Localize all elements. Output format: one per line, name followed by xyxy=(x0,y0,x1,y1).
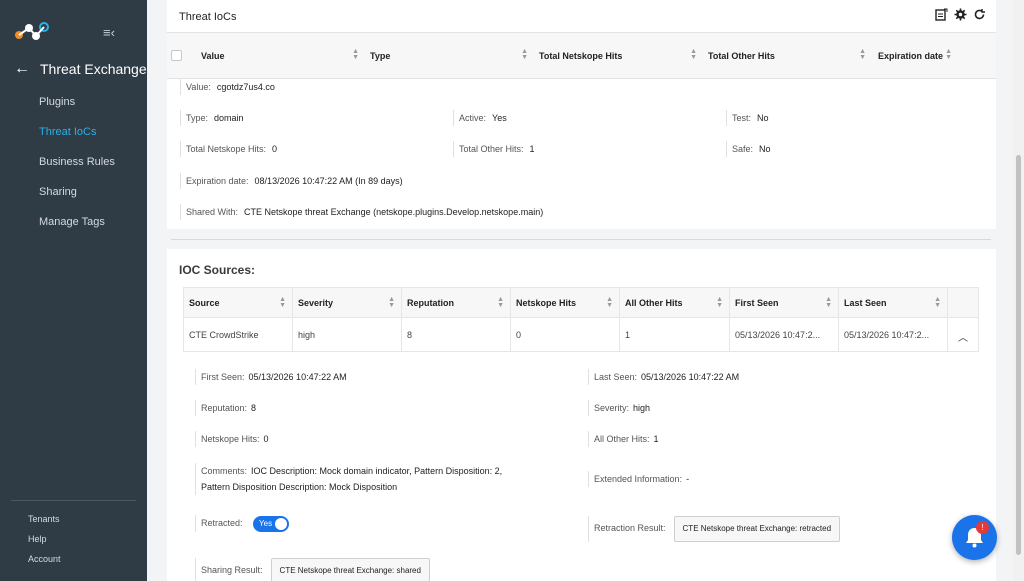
sidebar-divider xyxy=(11,500,136,501)
cell-reputation: 8 xyxy=(402,318,511,351)
scroll-thumb[interactable] xyxy=(1016,155,1021,555)
footer-item-help[interactable]: Help xyxy=(28,534,61,554)
table-row[interactable]: CTE CrowdStrike high 8 0 1 05/13/2026 10… xyxy=(183,318,979,352)
settings-gear-icon[interactable] xyxy=(954,8,967,21)
page-title: Threat IoCs xyxy=(179,11,237,23)
ioc-netskope-hits: Total Netskope Hits: 0 xyxy=(180,141,277,157)
column-header-expiration[interactable]: Expiration date ▲ ▼ xyxy=(878,33,958,79)
column-header-netskope-hits[interactable]: Netskope Hits ▲ ▼ xyxy=(511,288,620,317)
detail-reputation: Reputation: 8 xyxy=(195,400,256,416)
cell-last-seen: 05/13/2026 10:47:2... xyxy=(839,318,948,351)
panel-header: Threat IoCs xyxy=(167,0,996,33)
sort-icon[interactable]: ▲ ▼ xyxy=(690,48,697,61)
detail-netskope-hits: Netskope Hits: 0 xyxy=(195,431,269,447)
column-header-source[interactable]: Source ▲ ▼ xyxy=(184,288,293,317)
column-header-last-seen[interactable]: Last Seen ▲ ▼ xyxy=(839,288,948,317)
sort-icon[interactable]: ▲ ▼ xyxy=(825,296,832,309)
retracted-toggle[interactable]: Yes xyxy=(253,515,290,532)
sidebar-item-threat-iocs[interactable]: Threat IoCs xyxy=(39,126,115,156)
column-header-type[interactable]: Type ▲ ▼ xyxy=(370,33,534,79)
ioc-test: Test: No xyxy=(726,110,769,126)
notifications-button[interactable] xyxy=(952,515,997,560)
ioc-active: Active: Yes xyxy=(453,110,507,126)
sort-icon[interactable]: ▲ ▼ xyxy=(388,296,395,309)
sidebar-nav: Plugins Threat IoCs Business Rules Shari… xyxy=(39,96,115,246)
ioc-sources-panel: IOC Sources: Source ▲ ▼ Severity ▲ ▼ Reputat… xyxy=(167,249,996,581)
sidebar-item-sharing[interactable]: Sharing xyxy=(39,186,115,216)
section-title: Threat Exchange xyxy=(40,61,147,77)
detail-retraction-result: Retraction Result: CTE Netskope threat Ex… xyxy=(588,516,841,542)
column-header-first-seen[interactable]: First Seen ▲ ▼ xyxy=(730,288,839,317)
source-detail: First Seen: 05/13/2026 10:47:22 AM Last S… xyxy=(195,360,970,581)
sort-icon[interactable]: ▲ ▼ xyxy=(934,296,941,309)
sidebar-item-manage-tags[interactable]: Manage Tags xyxy=(39,216,115,246)
sidebar-item-business-rules[interactable]: Business Rules xyxy=(39,156,115,186)
detail-all-other-hits: All Other Hits: 1 xyxy=(588,431,659,447)
sort-icon[interactable]: ▲ ▼ xyxy=(279,296,286,309)
detail-severity: Severity: high xyxy=(588,400,650,416)
detail-comments: Comments: IOC Description: Mock domain in… xyxy=(195,463,565,495)
ioc-type: Type: domain xyxy=(180,110,244,126)
divider xyxy=(171,239,991,240)
export-icon[interactable] xyxy=(935,8,948,21)
column-header-netskope-hits[interactable]: Total Netskope Hits ▲ ▼ xyxy=(539,33,703,79)
footer-item-account[interactable]: Account xyxy=(28,554,61,574)
sidebar-footer: Tenants Help Account xyxy=(28,514,61,574)
chevron-up-icon[interactable]: ︿ xyxy=(958,329,968,344)
column-header-severity[interactable]: Severity ▲ ▼ xyxy=(293,288,402,317)
detail-first-seen: First Seen: 05/13/2026 10:47:22 AM xyxy=(195,369,347,385)
cell-source: CTE CrowdStrike xyxy=(184,318,293,351)
ioc-other-hits: Total Other Hits: 1 xyxy=(453,141,535,157)
detail-retracted: Retracted: Yes xyxy=(195,515,290,532)
column-header-other-hits[interactable]: Total Other Hits ▲ ▼ xyxy=(708,33,872,79)
sort-icon[interactable]: ▲ ▼ xyxy=(716,296,723,309)
ioc-sources-title: IOC Sources: xyxy=(179,263,256,277)
back-arrow-icon[interactable]: ← xyxy=(14,60,30,78)
column-header-all-other-hits[interactable]: All Other Hits ▲ ▼ xyxy=(620,288,730,317)
notification-badge: ! xyxy=(976,521,989,534)
collapse-menu-icon[interactable]: ≡‹ xyxy=(103,25,115,40)
cell-first-seen: 05/13/2026 10:47:2... xyxy=(730,318,839,351)
sort-icon[interactable]: ▲ ▼ xyxy=(497,296,504,309)
sources-table-header: Source ▲ ▼ Severity ▲ ▼ Reputation ▲ ▼ Netskop… xyxy=(183,287,979,318)
footer-item-tenants[interactable]: Tenants xyxy=(28,514,61,534)
cell-severity: high xyxy=(293,318,402,351)
cell-all-other-hits: 1 xyxy=(620,318,730,351)
ioc-details: Value: cgotdz7us4.co Type: domain Active: Y… xyxy=(167,79,996,229)
netskope-logo-icon[interactable] xyxy=(14,20,50,42)
main-content: Threat IoCs Value ▲ ▼ Type ▲ ▼ Total Netskop… xyxy=(147,0,1013,581)
refresh-icon[interactable] xyxy=(973,8,986,21)
select-all-checkbox[interactable] xyxy=(171,50,182,61)
bell-icon xyxy=(966,528,983,548)
sidebar: ≡‹ ← Threat Exchange Plugins Threat IoCs… xyxy=(0,0,147,581)
back-to-threat-exchange[interactable]: ← Threat Exchange xyxy=(14,60,147,78)
detail-last-seen: Last Seen: 05/13/2026 10:47:22 AM xyxy=(588,369,739,385)
column-header-value[interactable]: Value ▲ ▼ xyxy=(201,33,365,79)
ioc-expiration: Expiration date: 08/13/2026 10:47:22 AM (… xyxy=(180,173,403,189)
column-header-reputation[interactable]: Reputation ▲ ▼ xyxy=(402,288,511,317)
sharing-result-tag: CTE Netskope threat Exchange: shared xyxy=(270,558,430,581)
ioc-table-header: Value ▲ ▼ Type ▲ ▼ Total Netskope Hits ▲ ▼ Tot… xyxy=(167,33,996,79)
ioc-safe: Safe: No xyxy=(726,141,771,157)
ioc-value: Value: cgotdz7us4.co xyxy=(180,79,275,95)
sort-icon[interactable]: ▲ ▼ xyxy=(945,48,952,61)
cell-netskope-hits: 0 xyxy=(511,318,620,351)
sidebar-item-plugins[interactable]: Plugins xyxy=(39,96,115,126)
sort-icon[interactable]: ▲ ▼ xyxy=(859,48,866,61)
toolbar xyxy=(935,8,986,21)
detail-sharing-result: Sharing Result: CTE Netskope threat Excha… xyxy=(195,558,430,581)
ioc-shared-with: Shared With: CTE Netskope threat Exchange… xyxy=(180,204,543,220)
retraction-result-tag: CTE Netskope threat Exchange: retracted xyxy=(673,516,841,542)
sort-icon[interactable]: ▲ ▼ xyxy=(521,48,528,61)
sort-icon[interactable]: ▲ ▼ xyxy=(352,48,359,61)
sort-icon[interactable]: ▲ ▼ xyxy=(606,296,613,309)
detail-extended-info: Extended Information: - xyxy=(588,471,689,487)
page-scrollbar[interactable] xyxy=(1013,0,1024,581)
